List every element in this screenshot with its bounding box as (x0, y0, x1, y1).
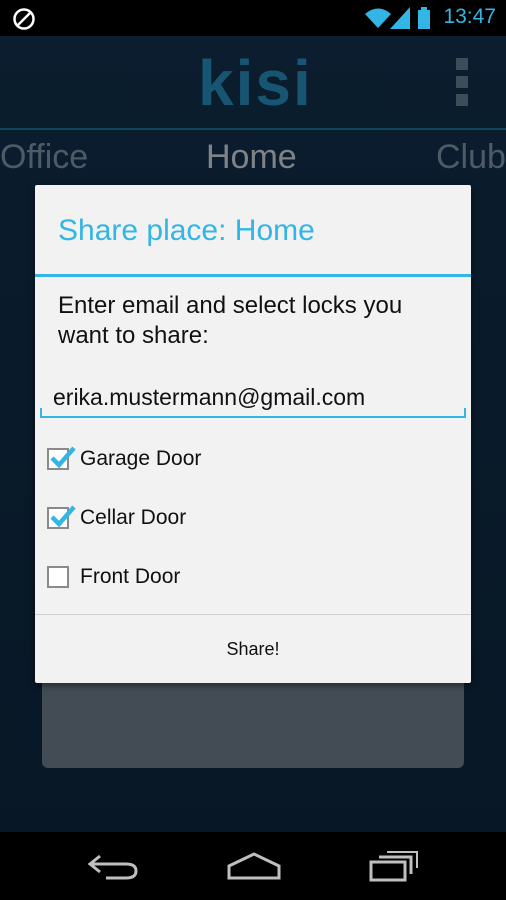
blocked-icon (13, 8, 35, 30)
lock-row-front[interactable]: Front Door (35, 553, 471, 605)
lock-row-cellar[interactable]: Cellar Door (35, 494, 471, 546)
share-button[interactable]: Share! (35, 615, 471, 683)
email-field[interactable] (40, 378, 466, 418)
dialog-message: Enter email and select locks you want to… (58, 292, 403, 349)
share-dialog: Share place: Home Enter email and select… (35, 185, 471, 683)
signal-icon (390, 7, 410, 29)
checkmark-icon (50, 505, 76, 528)
status-bar: 13:47 (0, 0, 506, 36)
recent-apps-icon[interactable] (368, 850, 420, 882)
status-time: 13:47 (443, 5, 496, 28)
home-icon[interactable] (226, 850, 282, 882)
title-divider (35, 274, 471, 277)
dialog-title: Share place: Home (58, 214, 315, 247)
navigation-bar (0, 832, 506, 900)
cellar-door-checkbox[interactable] (47, 505, 76, 529)
lock-label: Cellar Door (80, 506, 187, 529)
lock-row-garage[interactable]: Garage Door (35, 435, 471, 487)
lock-label: Garage Door (80, 447, 202, 470)
battery-icon (418, 7, 430, 29)
front-door-checkbox[interactable] (47, 566, 69, 588)
checkmark-icon (50, 446, 76, 469)
lock-label: Front Door (80, 565, 181, 588)
back-icon[interactable] (86, 850, 140, 882)
garage-door-checkbox[interactable] (47, 446, 76, 470)
input-right-hook (464, 408, 466, 418)
input-left-hook (40, 408, 42, 418)
wifi-icon (365, 8, 391, 28)
